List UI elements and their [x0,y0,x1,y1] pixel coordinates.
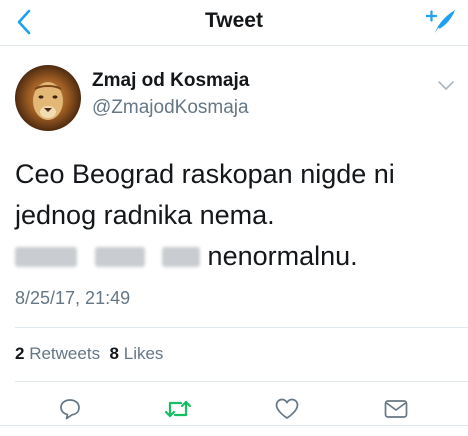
reply-icon [60,399,80,420]
divider [15,381,468,382]
likes-stat[interactable]: 8 Likes [110,344,164,363]
tweet-text-line: Ceo Beograd raskopan nigde ni [15,159,395,189]
tweet-timestamp: 8/25/17, 21:49 [15,288,131,308]
tweet-text-line: nenormalnu. [15,236,455,277]
retweets-stat[interactable]: 2 Retweets [15,344,100,363]
divider [15,327,468,328]
divider [0,425,468,426]
tweet-text-line: jednog radnika nema. [15,200,275,230]
chevron-down-icon [438,81,454,90]
tweet-header: Zmaj od Kosmaja @ZmajodKosmaja [0,47,468,143]
more-options-button[interactable] [436,77,456,93]
compose-tweet-icon [425,10,455,36]
tweet-text: Ceo Beograd raskopan nigde ni jednog rad… [15,154,455,277]
reply-button[interactable] [55,394,85,424]
retweet-icon [164,400,192,418]
page-title: Tweet [205,9,263,32]
direct-message-button[interactable] [381,394,411,424]
compose-button[interactable] [424,5,458,39]
redacted-text [94,247,145,267]
tweet-stats: 2 Retweets 8 Likes [15,344,163,364]
tweet-text-visible: nenormalnu. [207,241,358,271]
lion-avatar-image [15,65,81,131]
author-handle[interactable]: @ZmajodKosmaja [92,97,249,119]
like-button[interactable] [272,394,302,424]
retweets-label: Retweets [29,344,101,363]
likes-label: Likes [123,344,164,363]
navigation-bar: Tweet [0,0,468,46]
envelope-icon [384,400,408,418]
heart-icon [275,398,299,419]
avatar[interactable] [15,65,81,131]
retweet-button[interactable] [163,394,193,424]
author-display-name[interactable]: Zmaj od Kosmaja [92,70,249,92]
likes-count: 8 [109,344,119,363]
retweets-count: 2 [15,344,25,363]
tweet-actions [0,392,468,426]
chevron-left-icon [17,9,31,35]
redacted-text [162,247,201,267]
back-button[interactable] [10,8,38,36]
redacted-text [15,247,77,267]
